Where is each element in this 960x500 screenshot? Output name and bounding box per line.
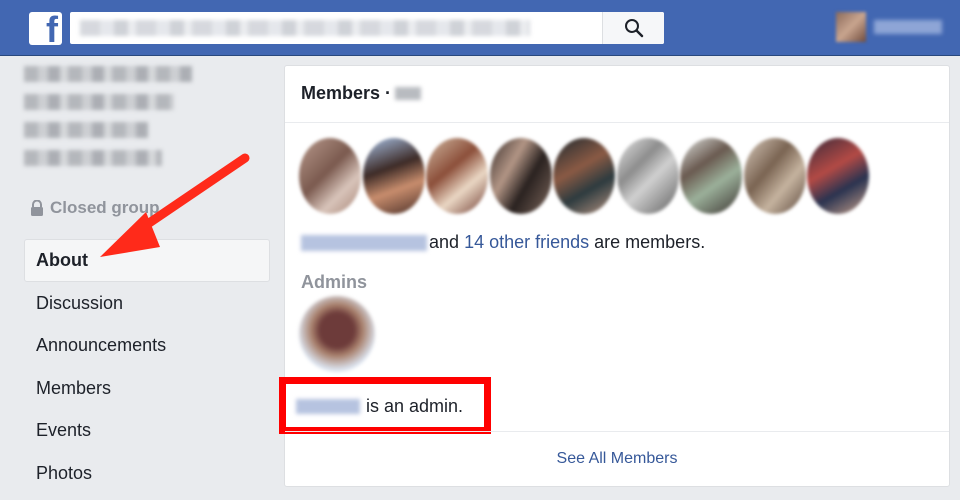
search-icon xyxy=(624,19,643,38)
other-friends-link[interactable]: 14 other friends xyxy=(464,232,589,253)
avatar[interactable] xyxy=(616,138,679,214)
members-card: Members · and 14 other friends are membe… xyxy=(279,65,950,487)
friends-line-suffix: are members. xyxy=(594,232,706,252)
avatar[interactable] xyxy=(426,138,488,214)
see-all-members-link[interactable]: See All Members xyxy=(285,431,949,486)
avatar[interactable] xyxy=(362,138,425,214)
profile-name-blurred[interactable] xyxy=(874,20,942,34)
group-privacy-label: Closed group xyxy=(30,198,160,218)
admin-text: is an admin. xyxy=(366,395,464,416)
sidebar-item-discussion[interactable]: Discussion xyxy=(24,282,270,325)
sidebar-item-announcements[interactable]: Announcements xyxy=(24,324,270,367)
group-name-blurred[interactable] xyxy=(24,66,194,178)
sidebar-item-photos[interactable]: Photos xyxy=(24,452,270,495)
friends-membership-line: and 14 other friends are members. xyxy=(301,232,705,253)
top-navigation-bar: f xyxy=(0,0,960,56)
facebook-logo-letter: f xyxy=(46,12,58,45)
profile-shortcut[interactable] xyxy=(836,12,946,42)
avatar[interactable] xyxy=(489,138,552,214)
facebook-logo[interactable]: f xyxy=(29,12,62,45)
friends-line-connector: and xyxy=(429,232,460,252)
members-card-header: Members · xyxy=(285,66,949,123)
members-title: Members · xyxy=(301,83,392,103)
friend-name-blurred[interactable] xyxy=(301,234,427,251)
group-navigation: About Discussion Announcements Members E… xyxy=(24,239,270,495)
avatar[interactable] xyxy=(836,12,866,42)
avatar[interactable] xyxy=(299,138,361,214)
group-privacy-text: Closed group xyxy=(50,198,160,217)
search-bar[interactable] xyxy=(70,12,664,44)
lock-icon xyxy=(31,200,43,216)
member-avatar-row xyxy=(299,138,869,214)
avatar[interactable] xyxy=(807,138,869,214)
search-button[interactable] xyxy=(602,12,664,44)
sidebar-item-about[interactable]: About xyxy=(24,239,270,282)
avatar[interactable] xyxy=(743,138,806,214)
avatar[interactable] xyxy=(299,296,375,372)
admins-heading: Admins xyxy=(301,272,368,292)
admin-line: is an admin. xyxy=(296,391,463,421)
sidebar-item-events[interactable]: Events xyxy=(24,409,270,452)
admin-name-blurred[interactable] xyxy=(296,398,360,414)
search-input-blurred[interactable] xyxy=(80,20,530,36)
avatar[interactable] xyxy=(553,138,615,214)
member-count-blurred xyxy=(395,87,422,100)
admin-highlight-box: is an admin. xyxy=(279,377,491,434)
avatar[interactable] xyxy=(680,138,742,214)
sidebar-item-members[interactable]: Members xyxy=(24,367,270,410)
